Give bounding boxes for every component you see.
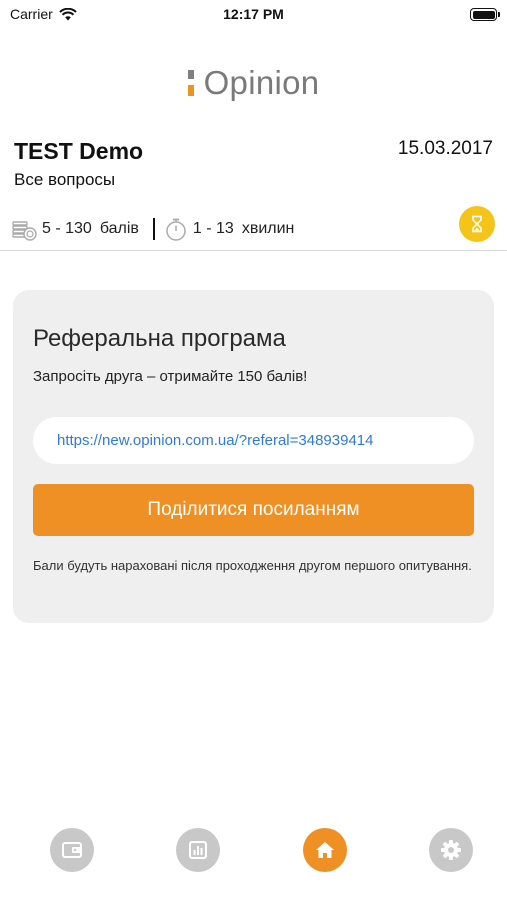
referral-card: Реферальна програма Запросіть друга – от…	[13, 290, 494, 623]
home-icon	[316, 842, 334, 858]
tab-wallet[interactable]	[50, 828, 94, 872]
tab-bar	[0, 828, 507, 878]
screen: Carrier 12:17 PM Opinion TEST Demo 15.03…	[0, 0, 507, 900]
referral-title: Реферальна програма	[33, 325, 286, 352]
share-link-button[interactable]: Поділитися посиланням	[33, 484, 474, 536]
survey-subtitle: Все вопросы	[14, 170, 116, 189]
coins-icon	[12, 216, 38, 242]
header-divider	[0, 250, 507, 251]
tab-home[interactable]	[303, 828, 347, 872]
gear-icon	[441, 840, 461, 860]
points-range: 5 - 130	[42, 220, 92, 237]
referral-description: Запросіть друга – отримайте 150 балів!	[33, 368, 308, 385]
stats-icon	[189, 841, 207, 859]
hourglass-button[interactable]	[459, 206, 495, 242]
survey-date: 15.03.2017	[397, 138, 493, 159]
battery-icon	[470, 8, 500, 21]
wallet-icon	[62, 842, 82, 858]
app-logo: Opinion	[0, 64, 507, 102]
logo-text: Opinion	[203, 64, 320, 101]
survey-title: TEST Demo	[14, 138, 144, 164]
tab-settings[interactable]	[429, 828, 473, 872]
tab-stats[interactable]	[176, 828, 220, 872]
meta-separator	[152, 218, 155, 240]
survey-meta: 5 - 130 балів 1 - 13 хвилин	[12, 214, 294, 244]
duration-range: 1 - 13	[192, 220, 234, 237]
hourglass-icon	[472, 215, 482, 233]
stopwatch-icon	[163, 216, 189, 242]
referral-link-field[interactable]: https://new.opinion.com.ua/?referal=3489…	[33, 417, 474, 464]
logo-mark	[187, 70, 194, 96]
points-unit: балів	[99, 220, 139, 237]
status-time: 12:17 PM	[223, 6, 284, 22]
status-bar: Carrier 12:17 PM	[0, 0, 507, 30]
duration-unit: хвилин	[241, 220, 295, 237]
referral-note: Бали будуть нараховані після проходження…	[33, 558, 472, 573]
